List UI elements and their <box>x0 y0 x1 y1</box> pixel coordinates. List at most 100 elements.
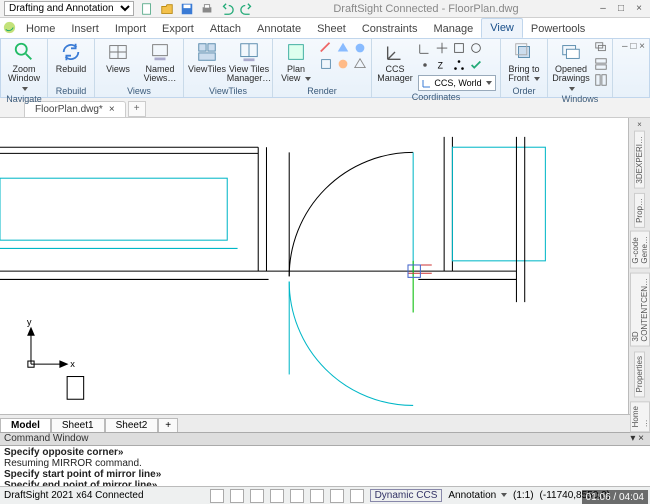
panel-home[interactable]: Home … <box>630 401 650 432</box>
tab-import[interactable]: Import <box>107 20 154 38</box>
zoom-window-button[interactable]: Zoom Window <box>5 41 43 93</box>
group-render: Plan View Render <box>273 39 372 97</box>
ccs-manager-button[interactable]: CCS Manager <box>376 41 414 84</box>
app-logo-icon[interactable] <box>2 20 17 35</box>
axis-x-label: x <box>70 359 75 369</box>
redo-icon[interactable] <box>240 2 254 16</box>
document-add-button[interactable]: + <box>128 101 146 117</box>
opened-drawings-button[interactable]: Opened Drawings <box>552 41 590 93</box>
ccs-world-icon[interactable] <box>418 41 432 55</box>
sheet-2[interactable]: Sheet2 <box>105 418 159 432</box>
grid-toggle[interactable] <box>230 489 244 503</box>
close-button[interactable]: × <box>634 3 644 14</box>
bring-to-front-button[interactable]: Bring to Front <box>505 41 543 84</box>
lweight-toggle[interactable] <box>330 489 344 503</box>
ribbon-tabstrip: Home Insert Import Export Attach Annotat… <box>0 18 650 38</box>
ccs-z-icon[interactable]: Z <box>435 58 449 72</box>
ortho-toggle[interactable] <box>250 489 264 503</box>
tile-v-icon[interactable] <box>594 73 608 87</box>
save-icon[interactable] <box>180 2 194 16</box>
print-icon[interactable] <box>200 2 214 16</box>
polar-toggle[interactable] <box>270 489 284 503</box>
group-viewtiles: ViewTiles View Tiles Manager… ViewTiles <box>184 39 273 97</box>
sheet-add-button[interactable]: + <box>158 418 178 432</box>
tab-close-icon[interactable]: × <box>109 104 115 115</box>
command-line: Specify start point of mirror line» <box>4 469 646 480</box>
panel-gcode[interactable]: G-code Gene… <box>630 231 650 269</box>
ribbon-doc-close-icon[interactable]: – □ × <box>622 41 645 52</box>
ccs-origin-icon[interactable] <box>418 58 432 72</box>
workspace-select[interactable]: Drafting and Annotation <box>4 1 134 16</box>
ccs-apply-icon[interactable] <box>469 58 483 72</box>
tab-annotate[interactable]: Annotate <box>249 20 309 38</box>
right-side-panels: × 3DEXPERI… Prop… G-code Gene… 3D CONTEN… <box>628 118 650 414</box>
tab-view[interactable]: View <box>481 18 523 38</box>
views-button[interactable]: Views <box>99 41 137 74</box>
annotation-scale[interactable]: Annotation <box>448 490 507 501</box>
axis-y-label: y <box>27 317 32 327</box>
tab-sheet[interactable]: Sheet <box>309 20 354 38</box>
wireframe-icon[interactable] <box>319 57 333 71</box>
sheet-model[interactable]: Model <box>0 418 51 432</box>
status-text: DraftSight 2021 x64 Connected <box>4 490 144 501</box>
command-line: Specify opposite corner» <box>4 447 646 458</box>
shade-edges-icon[interactable] <box>353 57 367 71</box>
panel-close-icon[interactable]: × <box>637 120 642 129</box>
open-icon[interactable] <box>160 2 174 16</box>
group-windows: Opened Drawings Windows <box>548 39 613 97</box>
group-coordinates: CCS Manager Z CCS, World <box>372 39 501 97</box>
ccs-3point-icon[interactable] <box>452 58 466 72</box>
undo-icon[interactable] <box>220 2 234 16</box>
sheet-tabstrip: Model Sheet1 Sheet2 + ☰ <box>0 414 650 432</box>
etrack-toggle[interactable] <box>310 489 324 503</box>
drawing-canvas[interactable]: x y <box>0 118 628 414</box>
video-timestamp: 01:06 / 04:04 <box>582 490 648 504</box>
tab-export[interactable]: Export <box>154 20 202 38</box>
viewtiles-button[interactable]: ViewTiles <box>188 41 226 74</box>
panel-properties-short[interactable]: Prop… <box>634 193 645 228</box>
command-window-menu-icon[interactable]: ▾ × <box>630 433 644 445</box>
shade-gouraud-icon[interactable] <box>353 41 367 55</box>
command-line: Resuming MIRROR command. <box>4 458 646 469</box>
tab-manage[interactable]: Manage <box>425 20 481 38</box>
named-views-button[interactable]: Named Views… <box>141 41 179 84</box>
tile-h-icon[interactable] <box>594 57 608 71</box>
shade-flat-icon[interactable] <box>336 41 350 55</box>
group-rebuild: Rebuild Rebuild <box>48 39 95 97</box>
group-order: Bring to Front Order <box>501 39 548 97</box>
snap-toggle[interactable] <box>210 489 224 503</box>
viewtiles-manager-button[interactable]: View Tiles Manager… <box>230 41 268 84</box>
tab-insert[interactable]: Insert <box>63 20 107 38</box>
hide-icon[interactable] <box>319 41 333 55</box>
cascade-icon[interactable] <box>594 41 608 55</box>
ccs-combo[interactable]: CCS, World <box>418 75 496 91</box>
sheet-1[interactable]: Sheet1 <box>51 418 105 432</box>
tab-powertools[interactable]: Powertools <box>523 20 593 38</box>
panel-properties[interactable]: Properties <box>634 351 645 397</box>
panel-3dexperience[interactable]: 3DEXPERI… <box>634 131 645 189</box>
panel-3dcontent[interactable]: 3D CONTENTCEN… <box>630 273 650 347</box>
command-window[interactable]: Specify opposite corner» Resuming MIRROR… <box>0 446 650 486</box>
title-bar: Drafting and Annotation DraftSight Conne… <box>0 0 650 18</box>
plan-view-button[interactable]: Plan View <box>277 41 315 84</box>
maximize-button[interactable]: □ <box>616 3 626 14</box>
ccs-view-icon[interactable] <box>469 41 483 55</box>
tab-attach[interactable]: Attach <box>202 20 249 38</box>
new-icon[interactable] <box>140 2 154 16</box>
rebuild-button[interactable]: Rebuild <box>52 41 90 74</box>
qsnap-toggle[interactable] <box>350 489 364 503</box>
group-navigate: Zoom Window Navigate <box>1 39 48 97</box>
dynamic-ccs-toggle[interactable]: Dynamic CCS <box>370 489 443 502</box>
render-icon[interactable] <box>336 57 350 71</box>
esnap-toggle[interactable] <box>290 489 304 503</box>
tab-home[interactable]: Home <box>18 20 63 38</box>
command-window-title: Command Window ▾ × <box>0 432 650 446</box>
svg-text:Z: Z <box>438 61 444 71</box>
quick-access-toolbar <box>140 2 254 16</box>
ccs-prev-icon[interactable] <box>435 41 449 55</box>
document-tabstrip: FloorPlan.dwg*× + <box>0 98 650 118</box>
minimize-button[interactable]: – <box>598 3 608 14</box>
ccs-face-icon[interactable] <box>452 41 466 55</box>
tab-constraints[interactable]: Constraints <box>354 20 426 38</box>
scale-display: (1:1) <box>513 490 534 501</box>
